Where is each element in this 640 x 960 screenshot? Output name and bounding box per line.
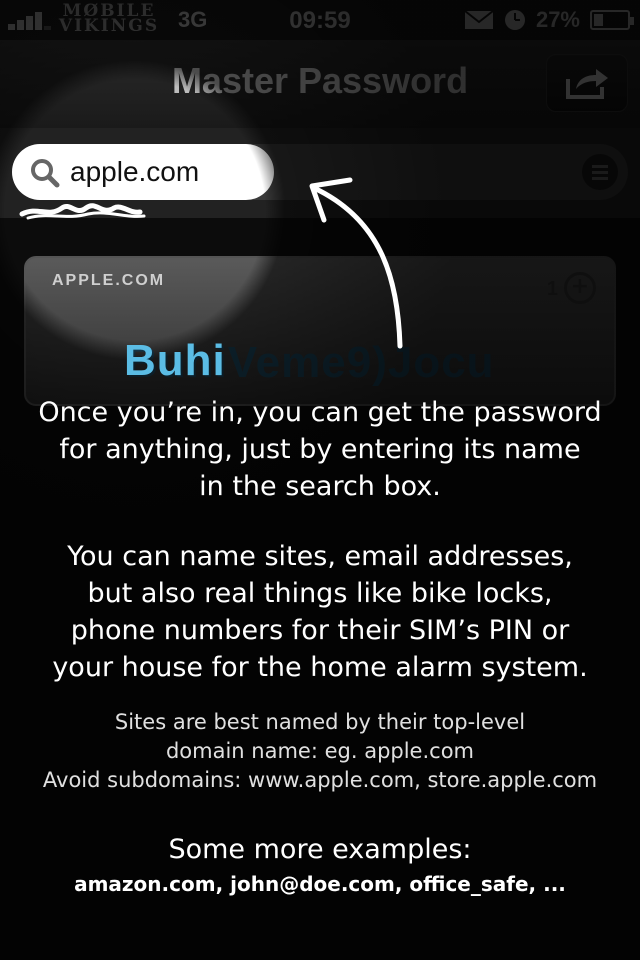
scribble-decoration: [19, 203, 146, 220]
mail-icon: [464, 10, 494, 29]
battery-percent: 27%: [535, 7, 580, 32]
navigation-bar: Master Password: [0, 40, 640, 128]
status-icons: 27%: [464, 6, 634, 34]
search-value: apple.com: [70, 156, 200, 187]
share-icon: [566, 69, 608, 99]
site-counter: 1: [546, 278, 558, 300]
help-paragraph-search: Once you’re in, you can get the password…: [38, 397, 602, 502]
status-bar: MØBILE VIKINGS 3G 09:59 27%: [0, 0, 640, 40]
examples-heading: Some more examples:: [168, 834, 472, 865]
share-button[interactable]: [546, 54, 628, 112]
battery-icon: [590, 10, 634, 30]
clock-icon: [504, 10, 525, 30]
battery-level: [594, 14, 603, 26]
site-name: APPLE.COM: [52, 272, 166, 289]
password-highlight: Buhi: [124, 336, 226, 385]
help-paragraph-naming: You can name sites, email addresses, but…: [52, 541, 588, 683]
pointer-arrow-icon: [309, 177, 403, 349]
increment-counter-button[interactable]: +: [564, 272, 596, 304]
list-icon[interactable]: [582, 154, 618, 190]
examples-list: amazon.com, john@doe.com, office_safe, .…: [74, 872, 566, 896]
page-title: Master Password: [171, 60, 469, 101]
help-paragraph-domains: Sites are best named by their top-level …: [42, 710, 598, 792]
search-icon: [31, 159, 60, 188]
